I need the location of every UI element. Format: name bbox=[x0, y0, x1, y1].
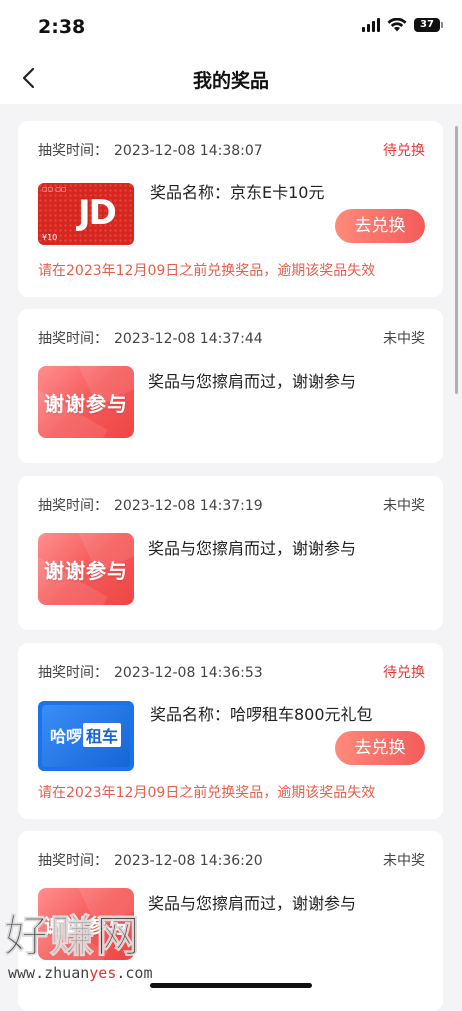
draw-time-value: 2023-12-08 14:38:07 bbox=[114, 143, 263, 159]
hello-logo: 哈啰 租车 bbox=[50, 723, 122, 747]
jd-ecard-image: ▢▢ ▢▢ JD ¥10 bbox=[38, 183, 134, 245]
signal-icon bbox=[362, 18, 380, 32]
hello-car-rental-image: 哈啰 租车 bbox=[38, 701, 134, 771]
jd-card-brand-mark: ▢▢ ▢▢ bbox=[42, 186, 67, 193]
status-badge: 未中奖 bbox=[383, 853, 425, 869]
status-badge: 未中奖 bbox=[383, 331, 425, 347]
watermark-url: www.zhuanyes.com bbox=[8, 964, 153, 982]
status-bar: 2:38 37 bbox=[0, 0, 462, 52]
prize-record-card: 抽奖时间： 2023-12-08 14:37:19 未中奖 谢谢参与 奖品与您擦肩… bbox=[18, 476, 443, 630]
thanks-image: 谢谢参与 bbox=[38, 533, 134, 605]
status-icons: 37 bbox=[362, 18, 443, 32]
draw-time: 抽奖时间： 2023-12-08 14:37:19 bbox=[38, 495, 263, 515]
site-watermark: 好赚网 www.zhuanyes.com bbox=[0, 900, 200, 990]
prize-record-card: 抽奖时间： 2023-12-08 14:38:07 待兑换 ▢▢ ▢▢ JD ¥1… bbox=[18, 121, 443, 297]
watermark-logo: 好赚网 bbox=[4, 911, 142, 963]
no-prize-message: 奖品与您擦肩而过，谢谢参与 bbox=[148, 372, 357, 391]
thanks-image: 谢谢参与 bbox=[38, 366, 134, 438]
redeem-deadline: 请在2023年12月09日之前兑换奖品，逾期该奖品失效 bbox=[38, 785, 376, 801]
draw-time-value: 2023-12-08 14:37:44 bbox=[114, 331, 263, 347]
redeem-deadline: 请在2023年12月09日之前兑换奖品，逾期该奖品失效 bbox=[38, 263, 376, 279]
draw-time-value: 2023-12-08 14:36:20 bbox=[114, 853, 263, 869]
status-badge: 待兑换 bbox=[383, 143, 425, 159]
watermark-url-part: www.zhuan bbox=[8, 964, 90, 982]
hello-logo-text-b: 租车 bbox=[83, 723, 122, 747]
status-badge: 未中奖 bbox=[383, 498, 425, 514]
prize-name: 奖品名称：京东E卡10元 bbox=[150, 183, 325, 202]
draw-time-label: 抽奖时间： bbox=[38, 331, 108, 347]
prize-record-card: 抽奖时间： 2023-12-08 14:37:44 未中奖 谢谢参与 奖品与您擦肩… bbox=[18, 309, 443, 463]
draw-time: 抽奖时间： 2023-12-08 14:36:53 bbox=[38, 662, 263, 682]
battery-level: 37 bbox=[420, 19, 434, 30]
thanks-image-text: 谢谢参与 bbox=[44, 559, 128, 583]
status-badge: 待兑换 bbox=[383, 665, 425, 681]
nav-bar: 我的奖品 bbox=[0, 52, 462, 104]
draw-time-value: 2023-12-08 14:37:19 bbox=[114, 498, 263, 514]
no-prize-message: 奖品与您擦肩而过，谢谢参与 bbox=[148, 539, 357, 558]
scrollbar[interactable] bbox=[455, 126, 458, 394]
thanks-image-text: 谢谢参与 bbox=[44, 392, 128, 416]
draw-time-label: 抽奖时间： bbox=[38, 665, 108, 681]
jd-card-value: ¥10 bbox=[42, 233, 58, 242]
status-time: 2:38 bbox=[38, 16, 86, 38]
draw-time: 抽奖时间： 2023-12-08 14:38:07 bbox=[38, 140, 263, 160]
watermark-url-highlight: yes bbox=[89, 964, 117, 982]
draw-time-label: 抽奖时间： bbox=[38, 498, 108, 514]
battery-icon: 37 bbox=[414, 18, 443, 32]
prize-record-card: 抽奖时间： 2023-12-08 14:36:53 待兑换 哈啰 租车 奖品名称：哈… bbox=[18, 643, 443, 819]
redeem-button[interactable]: 去兑换 bbox=[335, 731, 425, 765]
jd-logo: JD bbox=[78, 193, 117, 233]
prize-name: 奖品名称：哈啰租车800元礼包 bbox=[150, 705, 373, 724]
draw-time: 抽奖时间： 2023-12-08 14:37:44 bbox=[38, 328, 263, 348]
redeem-button[interactable]: 去兑换 bbox=[335, 209, 425, 243]
page-title: 我的奖品 bbox=[192, 70, 269, 92]
home-indicator[interactable] bbox=[150, 983, 312, 988]
draw-time-value: 2023-12-08 14:36:53 bbox=[114, 665, 263, 681]
watermark-url-part: .com bbox=[116, 964, 153, 982]
draw-time-label: 抽奖时间： bbox=[38, 143, 108, 159]
draw-time: 抽奖时间： 2023-12-08 14:36:20 bbox=[38, 850, 263, 870]
draw-time-label: 抽奖时间： bbox=[38, 853, 108, 869]
hello-logo-text-a: 哈啰 bbox=[50, 727, 83, 746]
wifi-icon bbox=[387, 18, 407, 32]
